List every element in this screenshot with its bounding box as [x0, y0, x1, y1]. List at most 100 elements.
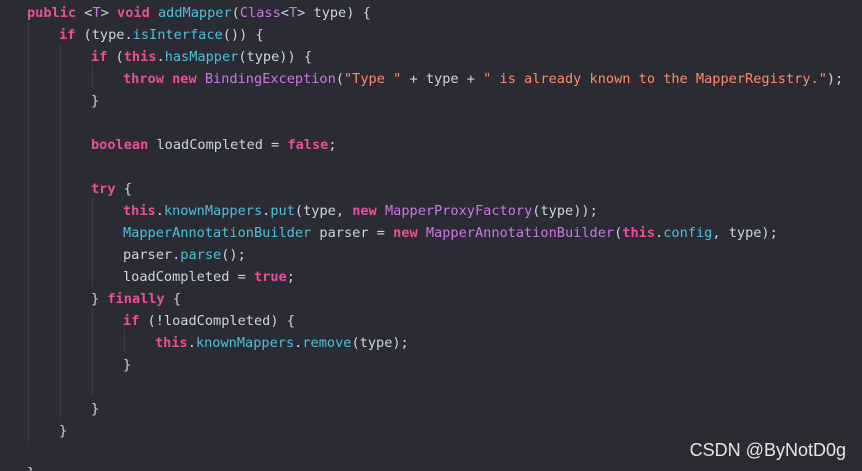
indent-guide-2	[60, 44, 61, 418]
code-token: try	[91, 181, 116, 197]
indent-guide-3	[92, 66, 93, 88]
code-token: "Type "	[344, 71, 402, 87]
code-token: if	[59, 27, 76, 43]
code-line[interactable]: loadCompleted = true;	[123, 266, 295, 288]
code-token: isInterface	[132, 27, 223, 43]
code-token: throw	[123, 71, 164, 87]
code-token: (	[335, 71, 344, 87]
code-token: ;	[328, 137, 337, 153]
code-token: parser =	[311, 225, 394, 241]
code-token: {	[164, 291, 182, 307]
code-token: this	[155, 335, 188, 351]
code-line[interactable]: }	[59, 420, 67, 442]
indent-guide-1	[28, 22, 29, 442]
code-token: put	[270, 203, 295, 219]
code-token: {	[115, 181, 132, 197]
code-token: new	[172, 71, 197, 87]
code-token: }	[91, 291, 108, 307]
code-token: (type)) {	[238, 49, 313, 65]
code-line[interactable]: this.knownMappers.put(type, new MapperPr…	[123, 200, 598, 222]
code-line[interactable]: MapperAnnotationBuilder parser = new Map…	[123, 222, 778, 244]
indent-guide-6	[124, 330, 125, 352]
code-line[interactable]: if (type.isInterface()) {	[59, 24, 264, 46]
code-token: config	[663, 225, 713, 241]
code-token: new	[352, 203, 377, 219]
code-token: loadCompleted =	[148, 137, 288, 153]
code-line[interactable]: parser.parse();	[123, 244, 246, 266]
code-token: (type.	[75, 27, 133, 43]
code-token: knownMappers	[195, 335, 295, 351]
code-line[interactable]: }	[27, 462, 35, 471]
code-token: this	[123, 203, 156, 219]
code-token: public	[27, 5, 77, 21]
code-token: parser.	[123, 247, 181, 263]
code-token: false	[287, 137, 329, 153]
indent-guide-4	[92, 198, 93, 286]
code-line[interactable]: try {	[91, 178, 132, 200]
watermark: CSDN @ByNotD0g	[689, 440, 846, 460]
code-line[interactable]: if (!loadCompleted) {	[123, 310, 295, 332]
code-token: , type);	[712, 225, 778, 241]
code-token: T	[92, 5, 101, 21]
code-token: }	[91, 93, 100, 109]
code-token: ;	[286, 269, 295, 285]
code-token: parse	[180, 247, 222, 263]
code-token: MapperAnnotationBuilder	[123, 225, 312, 241]
code-token: .	[155, 203, 164, 219]
code-token: remove	[302, 335, 352, 351]
code-editor[interactable]: public <T> void addMapper(Class<T> type)…	[0, 0, 862, 471]
code-line[interactable]: }	[91, 398, 99, 420]
code-token: (	[231, 5, 240, 21]
code-token: > type) {	[297, 5, 371, 21]
code-token: (type);	[351, 335, 409, 351]
code-line[interactable]: throw new BindingException("Type " + typ…	[123, 68, 843, 90]
code-line[interactable]: this.knownMappers.remove(type);	[155, 332, 409, 354]
code-token: if	[91, 49, 108, 65]
code-token: ();	[221, 247, 246, 263]
code-line[interactable]: public <T> void addMapper(Class<T> type)…	[27, 2, 371, 24]
code-token: .	[655, 225, 664, 241]
code-token: true	[253, 269, 287, 285]
code-token: (type));	[532, 203, 598, 219]
code-token: this	[622, 225, 656, 241]
code-token: <	[76, 5, 93, 21]
code-token: new	[393, 225, 418, 241]
code-token: void	[117, 5, 150, 21]
code-token: BindingException	[204, 71, 336, 87]
code-line[interactable]: }	[91, 90, 99, 112]
code-token: this	[123, 49, 157, 65]
code-token: " is already known to the MapperRegistry…	[483, 71, 827, 87]
code-line[interactable]: }	[123, 354, 131, 376]
code-token: addMapper	[157, 5, 232, 21]
code-line[interactable]: boolean loadCompleted = false;	[91, 134, 337, 156]
code-token: }	[123, 357, 132, 373]
code-token: }	[91, 401, 100, 417]
code-token: MapperAnnotationBuilder	[425, 225, 615, 241]
code-token: if	[123, 313, 140, 329]
code-token: (	[107, 49, 124, 65]
code-token: (type,	[294, 203, 353, 219]
code-token: finally	[107, 291, 165, 307]
code-token: boolean	[91, 137, 149, 153]
code-token: (!loadCompleted) {	[139, 313, 295, 329]
code-line[interactable]: } finally {	[91, 288, 181, 310]
code-token: >	[100, 5, 118, 21]
code-token: T	[288, 5, 298, 21]
code-token: hasMapper	[164, 49, 239, 65]
code-token: MapperProxyFactory	[384, 203, 533, 219]
code-token: }	[27, 465, 35, 471]
code-token: );	[826, 71, 844, 87]
code-token: Class	[239, 5, 281, 21]
code-token: .	[156, 49, 165, 65]
code-token: + type +	[401, 71, 484, 87]
code-token: .	[187, 335, 196, 351]
code-token: ()) {	[222, 27, 264, 43]
code-token: <	[280, 5, 289, 21]
code-token: loadCompleted =	[123, 269, 254, 285]
code-line[interactable]: if (this.hasMapper(type)) {	[91, 46, 312, 68]
